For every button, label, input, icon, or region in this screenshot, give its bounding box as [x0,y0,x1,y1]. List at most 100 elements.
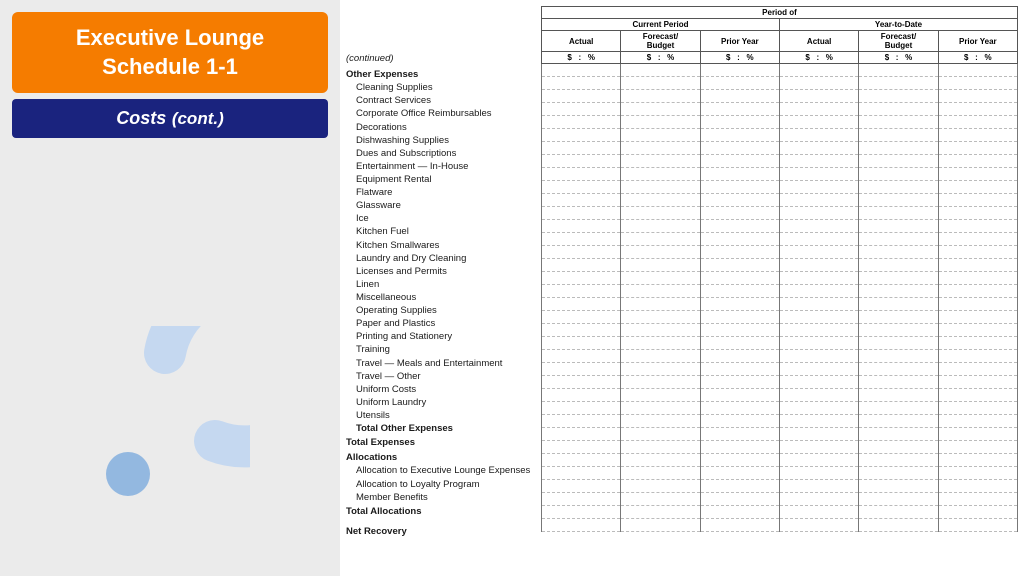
table-cell [938,350,1017,363]
table-row [542,441,1018,454]
dollar-percent-row: $ : % $ : % $ : % $ : % $ : % $ : % [542,52,1018,64]
period-of-header: Period of [542,7,1018,19]
table-cell [542,363,621,376]
table-cell [779,428,858,441]
table-cell [621,155,700,168]
table-cell [700,428,779,441]
table-row [542,155,1018,168]
prior-year-header-cp: Prior Year [700,31,779,52]
table-cell [621,233,700,246]
table-cell [859,142,938,155]
prior-year-header-ytd: Prior Year [938,31,1017,52]
table-cell [700,311,779,324]
table-cell [621,142,700,155]
list-item: Contract Services [346,94,541,107]
table-cell [542,402,621,415]
table-cell [938,519,1017,532]
table-row [542,519,1018,532]
table-cell [779,506,858,519]
list-item: Kitchen Smallwares [346,239,541,252]
table-cell [938,467,1017,480]
table-cell [859,233,938,246]
actual-header-cp: Actual [542,31,621,52]
table-cell [779,441,858,454]
table-cell [779,64,858,77]
table-row [542,480,1018,493]
table-cell [938,233,1017,246]
list-item: Laundry and Dry Cleaning [346,252,541,265]
table-cell [859,259,938,272]
table-row [542,506,1018,519]
list-item: Licenses and Permits [346,265,541,278]
table-cell [859,194,938,207]
table-cell [621,207,700,220]
table-cell [779,402,858,415]
table-row [542,428,1018,441]
year-to-date-header: Year-to-Date [779,19,1017,31]
table-row [542,220,1018,233]
table-cell [859,402,938,415]
financial-table: Period of Current Period Year-to-Date Ac… [541,6,1018,532]
table-cell [859,441,938,454]
table-cell [859,350,938,363]
list-item: Linen [346,278,541,291]
table-cell [621,415,700,428]
table-cell [859,116,938,129]
list-item: Miscellaneous [346,291,541,304]
table-cell [621,220,700,233]
table-cell [779,116,858,129]
table-cell [859,168,938,181]
table-cell [779,519,858,532]
table-cell [700,493,779,506]
table-cell [779,272,858,285]
table-row [542,116,1018,129]
table-cell [700,142,779,155]
table-cell [938,220,1017,233]
table-row [542,168,1018,181]
table-row [542,285,1018,298]
table-cell [621,324,700,337]
table-row [542,181,1018,194]
table-cell [859,480,938,493]
table-cell [542,103,621,116]
actual-header-ytd: Actual [779,31,858,52]
table-cell [542,220,621,233]
table-cell [542,181,621,194]
table-cell [779,207,858,220]
table-cell [700,415,779,428]
table-cell [621,389,700,402]
table-cell [938,493,1017,506]
period-header-row: Period of [542,7,1018,19]
table-row [542,402,1018,415]
table-row [542,64,1018,77]
table-cell [542,129,621,142]
table-cell [859,519,938,532]
table-row [542,454,1018,467]
list-item: Member Benefits [346,491,541,504]
table-cell [542,454,621,467]
table-cell [779,493,858,506]
table-cell [859,506,938,519]
table-cell [621,506,700,519]
table-cell [542,337,621,350]
table-cell [621,77,700,90]
table-cell [859,298,938,311]
table-cell [938,285,1017,298]
table-cell [779,350,858,363]
table-cell [542,467,621,480]
list-item: Glassware [346,199,541,212]
table-cell [938,376,1017,389]
table-cell [542,77,621,90]
table-cell [938,298,1017,311]
table-cell [621,402,700,415]
table-cell [938,168,1017,181]
table-cell [542,428,621,441]
table-cell [542,259,621,272]
table-cell [779,480,858,493]
data-table-column: Period of Current Period Year-to-Date Ac… [541,6,1018,570]
table-cell [700,181,779,194]
table-cell [859,207,938,220]
table-row [542,324,1018,337]
list-item: Total Expenses [346,436,541,449]
page: Executive Lounge Schedule 1-1 Costs (con… [0,0,1024,576]
